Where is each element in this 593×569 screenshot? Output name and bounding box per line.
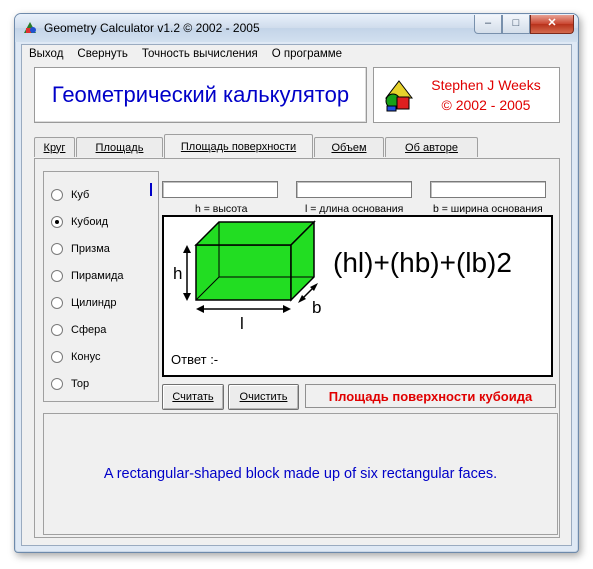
radio-circle xyxy=(51,243,63,255)
radio-prism[interactable]: Призма xyxy=(51,241,110,257)
description-panel: A rectangular-shaped block made up of si… xyxy=(43,413,558,535)
shape-description: A rectangular-shaped block made up of si… xyxy=(103,466,498,482)
radio-label: Пирамида xyxy=(71,270,124,282)
radio-label: Куб xyxy=(71,189,90,201)
author-name: Stephen J Weeks xyxy=(431,77,541,93)
menu-item-precision[interactable]: Точность вычисления xyxy=(135,45,265,63)
menu-item-minimize[interactable]: Свернуть xyxy=(70,45,134,63)
radio-circle xyxy=(51,297,63,309)
minimize-button[interactable]: – xyxy=(474,15,502,34)
close-button[interactable]: ✕ xyxy=(530,15,574,34)
height-label: h = высота xyxy=(195,203,248,215)
tab-label: Площадь поверхности xyxy=(180,140,297,153)
radio-label: Призма xyxy=(71,243,110,255)
answer-label: Ответ :- xyxy=(171,352,219,367)
title-bar[interactable]: Geometry Calculator v1.2 © 2002 - 2005 –… xyxy=(15,14,578,42)
dim-label-l: l xyxy=(240,314,244,333)
window-title: Geometry Calculator v1.2 © 2002 - 2005 xyxy=(44,21,260,35)
height-input[interactable] xyxy=(162,181,278,198)
tab-label: Об авторе xyxy=(405,141,458,154)
shape-diagram: h l b (hl)+(hb)+(lb)2 Ответ :- xyxy=(162,215,553,377)
author-years: © 2002 - 2005 xyxy=(441,97,531,113)
tab-label: Круг xyxy=(43,141,66,154)
radio-pyramid[interactable]: Пирамида xyxy=(51,268,124,284)
clear-button[interactable]: Очистить xyxy=(228,384,299,410)
menu-item-exit[interactable]: Выход xyxy=(22,45,70,63)
calculate-button[interactable]: Считать xyxy=(162,384,224,410)
shape-radio-group: Куб Кубоид Призма Пирамида Цилиндр Сфера… xyxy=(43,171,159,402)
text-cursor xyxy=(150,183,152,196)
radio-cuboid[interactable]: Кубоид xyxy=(51,214,108,230)
radio-circle xyxy=(51,216,63,228)
width-input[interactable] xyxy=(430,181,546,198)
radio-cone[interactable]: Конус xyxy=(51,349,100,365)
formula-text: (hl)+(hb)+(lb)2 xyxy=(333,247,512,278)
radio-cylinder[interactable]: Цилиндр xyxy=(51,295,116,311)
radio-sphere[interactable]: Сфера xyxy=(51,322,106,338)
dim-label-h: h xyxy=(173,264,182,283)
dim-label-b: b xyxy=(312,298,321,317)
shapes-logo-icon xyxy=(384,80,414,112)
radio-torus[interactable]: Тор xyxy=(51,376,89,392)
cuboid-diagram-icon: h l b xyxy=(173,220,321,333)
tab-area[interactable]: Площадь xyxy=(76,137,163,157)
radio-label: Сфера xyxy=(71,324,107,336)
surface-area-panel: Куб Кубоид Призма Пирамида Цилиндр Сфера… xyxy=(34,158,560,538)
tab-label: Площадь xyxy=(95,141,144,154)
radio-circle xyxy=(51,189,63,201)
result-title: Площадь поверхности кубоида xyxy=(305,384,556,408)
tab-about-author[interactable]: Об авторе xyxy=(385,137,478,157)
tab-volume[interactable]: Объем xyxy=(314,137,384,157)
radio-label: Кубоид xyxy=(71,216,109,228)
app-window: Geometry Calculator v1.2 © 2002 - 2005 –… xyxy=(14,13,579,553)
maximize-button[interactable]: □ xyxy=(502,15,530,34)
length-label: l = длина основания xyxy=(305,203,404,215)
author-banner: Stephen J Weeks © 2002 - 2005 xyxy=(373,67,560,123)
tab-surface-area[interactable]: Площадь поверхности xyxy=(164,134,313,158)
app-banner-title: Геометрический калькулятор xyxy=(34,67,367,123)
radio-cube[interactable]: Куб xyxy=(51,187,89,203)
radio-circle xyxy=(51,270,63,282)
length-input[interactable] xyxy=(296,181,412,198)
app-icon xyxy=(24,22,36,33)
tab-label: Объем xyxy=(331,141,367,154)
width-label: b = ширина основания xyxy=(433,203,543,215)
radio-circle xyxy=(51,324,63,336)
client-area: Выход Свернуть Точность вычисления О про… xyxy=(21,44,572,546)
radio-circle xyxy=(51,351,63,363)
tab-circle[interactable]: Круг xyxy=(34,137,75,157)
menu-item-about[interactable]: О программе xyxy=(265,45,349,63)
radio-label: Тор xyxy=(71,378,90,390)
menu-bar: Выход Свернуть Точность вычисления О про… xyxy=(22,45,571,63)
radio-circle xyxy=(51,378,63,390)
radio-label: Цилиндр xyxy=(71,297,117,309)
button-label: Очистить xyxy=(239,391,288,403)
button-label: Считать xyxy=(172,391,214,403)
radio-label: Конус xyxy=(71,351,101,363)
